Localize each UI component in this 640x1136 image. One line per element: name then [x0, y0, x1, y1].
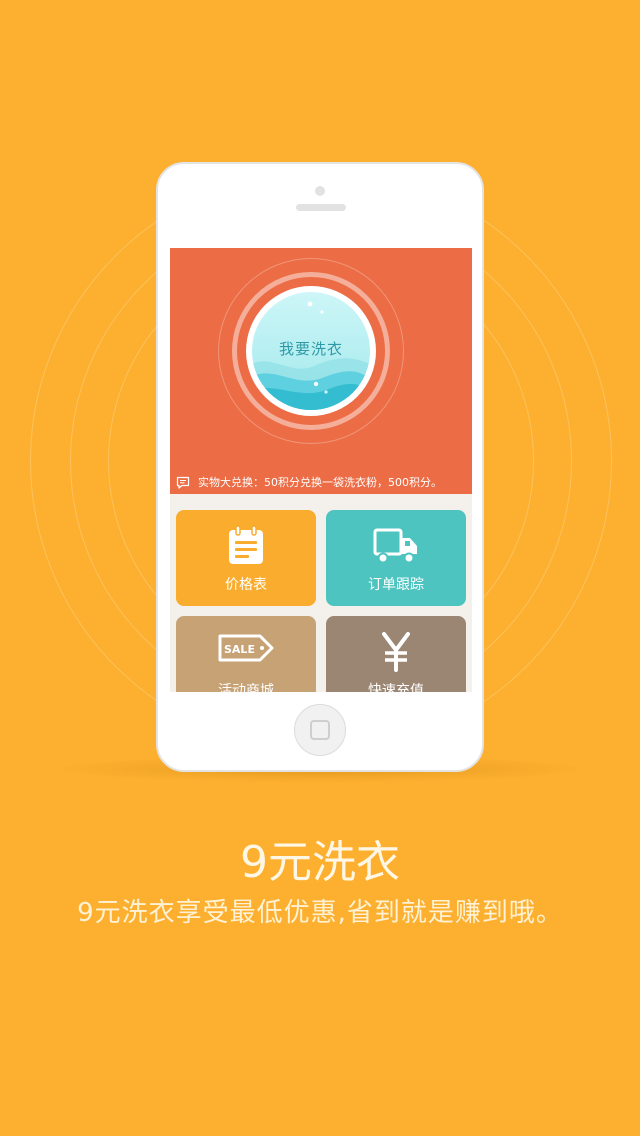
home-square-icon — [310, 720, 330, 740]
tile-price-list[interactable]: 价格表 — [176, 510, 316, 606]
wash-now-label: 我要洗衣 — [278, 340, 343, 358]
sale-tag-icon: SALE — [216, 628, 276, 676]
phone-home-button[interactable] — [294, 704, 346, 756]
tile-order-tracking[interactable]: 订单跟踪 — [326, 510, 466, 606]
points-notice-text: 实物大兑换：50积分兑换一袋洗衣粉，500积分。 — [198, 476, 442, 489]
phone-mockup: 我要洗衣 实物大兑换：50积分兑换一袋洗衣粉，500积分。 价格表 订单跟踪 S… — [156, 162, 484, 772]
headline-subtitle: 9元洗衣享受最低优惠,省到就是赚到哦。 — [77, 898, 563, 928]
phone-screen: 我要洗衣 实物大兑换：50积分兑换一袋洗衣粉，500积分。 价格表 订单跟踪 S… — [170, 248, 472, 692]
tile-quick-recharge-label: 快速充值 — [368, 683, 424, 692]
splash-page: 我要洗衣 实物大兑换：50积分兑换一袋洗衣粉，500积分。 价格表 订单跟踪 S… — [0, 0, 640, 1136]
calendar-icon — [222, 522, 270, 570]
svg-text:SALE: SALE — [224, 643, 255, 656]
tile-price-list-label: 价格表 — [225, 577, 267, 593]
phone-camera — [315, 186, 325, 196]
points-notice: 实物大兑换：50积分兑换一袋洗衣粉，500积分。 — [176, 472, 442, 492]
tile-order-tracking-label: 订单跟踪 — [368, 577, 424, 593]
message-icon — [176, 475, 190, 489]
tile-quick-recharge[interactable]: 快速充值 — [326, 616, 466, 692]
wash-now-button[interactable]: 我要洗衣 — [252, 292, 370, 410]
phone-speaker — [296, 204, 346, 211]
yen-icon — [372, 628, 420, 676]
truck-icon — [372, 522, 420, 570]
headline-title: 9元洗衣 — [240, 837, 400, 888]
wash-banner: 我要洗衣 实物大兑换：50积分兑换一袋洗衣粉，500积分。 — [170, 248, 472, 494]
tile-activity-mall-label: 活动商城 — [218, 683, 274, 692]
tile-activity-mall[interactable]: SALE 活动商城 — [176, 616, 316, 692]
